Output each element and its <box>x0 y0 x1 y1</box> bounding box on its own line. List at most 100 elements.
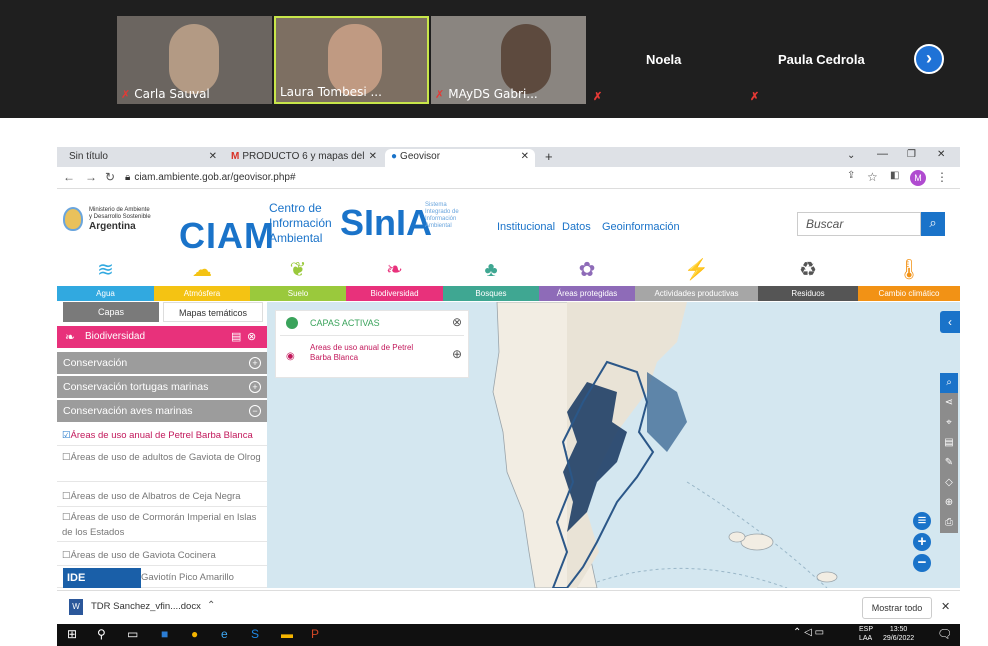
share-icon[interactable]: ⇪ <box>847 170 855 181</box>
category-cambio-climatico[interactable]: 🌡︎ Cambio climático <box>858 255 960 301</box>
tray-icons[interactable]: ⌃ ◁ ▭ <box>793 627 824 638</box>
back-icon[interactable]: ← <box>63 170 75 184</box>
forward-icon[interactable]: → <box>85 170 97 184</box>
zoom-area-icon[interactable]: ⊕ <box>940 493 958 513</box>
layer-item-petrel[interactable]: ☑Áreas de uso anual de Petrel Barba Blan… <box>57 426 267 446</box>
browser-tab[interactable]: Sin título ✕ <box>63 149 223 167</box>
chevron-up-icon[interactable]: ⌃ <box>207 600 215 611</box>
bookmark-star-icon[interactable]: ☆ <box>867 170 878 184</box>
participant-name[interactable]: Noela <box>646 52 681 67</box>
language-indicator[interactable]: ESP LAA <box>859 625 873 643</box>
layer-item-gaviota-olrog[interactable]: ☐Áreas de uso de adultos de Gaviota de O… <box>57 450 267 482</box>
participant-tile[interactable]: ✗ MAyDS Gabri... <box>431 16 586 104</box>
participant-name[interactable]: Paula Cedrola <box>778 52 865 67</box>
map-search-icon[interactable]: ⌕ <box>940 373 958 393</box>
draw-icon[interactable]: ✎ <box>940 453 958 473</box>
close-icon[interactable]: ✕ <box>521 149 529 165</box>
location-icon[interactable]: ⌖ <box>940 413 958 433</box>
profile-avatar[interactable]: M <box>910 170 926 186</box>
ide-ambiental-badge[interactable]: IDE Ambiental <box>63 568 141 604</box>
group-conservacion[interactable]: Conservación + <box>57 352 267 374</box>
expand-icon[interactable]: + <box>249 381 261 393</box>
clock[interactable]: 13:50 29/6/2022 <box>883 625 914 643</box>
notifications-icon[interactable]: 🗨︎ <box>937 627 952 641</box>
language-code: ESP <box>859 626 874 633</box>
participant-tile[interactable]: ✗ Carla Sauval <box>117 16 272 104</box>
reload-icon[interactable]: ↻ <box>105 170 115 184</box>
minimize-icon[interactable]: — <box>877 148 888 160</box>
windows-start-icon[interactable]: ⊞ <box>67 627 77 641</box>
outlook-icon[interactable]: ■ <box>161 627 168 641</box>
close-icon[interactable]: ⊗ <box>452 315 462 329</box>
tab-capas[interactable]: Capas <box>63 302 159 322</box>
collapse-icon[interactable]: − <box>249 405 261 417</box>
skype-icon[interactable]: S <box>251 627 259 641</box>
layer-item-gaviota-cocinera[interactable]: ☐Áreas de uso de Gaviota Cocinera <box>57 546 267 566</box>
group-aves-marinas[interactable]: Conservación aves marinas − <box>57 400 267 422</box>
layer-item-cormoran[interactable]: ☐Áreas de uso de Cormorán Imperial en Is… <box>57 510 267 542</box>
category-atmosfera[interactable]: ☁ Atmósfera <box>154 255 250 301</box>
sidepanel-icon[interactable]: ◧ <box>890 170 899 181</box>
share-icon[interactable]: ⋖ <box>940 393 958 413</box>
edge-icon[interactable]: e <box>221 627 228 641</box>
expand-icon[interactable]: + <box>249 357 261 369</box>
menu-dots-icon[interactable]: ⋮ <box>936 170 948 184</box>
category-bosques[interactable]: ♣ Bosques <box>443 255 539 301</box>
close-icon[interactable]: ✕ <box>941 600 950 613</box>
ministry-logo[interactable]: Ministerio de Ambiente y Desarrollo Sost… <box>89 207 151 232</box>
ciam-logo[interactable]: CIAM <box>179 215 275 257</box>
close-icon[interactable]: ✕ <box>369 149 377 165</box>
nav-geoinformacion[interactable]: Geoinformación <box>602 221 680 233</box>
layer-options-icon[interactable]: ⊕ <box>452 347 462 361</box>
participant-name: MAyDS Gabri... <box>448 87 538 101</box>
download-file-name[interactable]: TDR Sanchez_vfin....docx <box>91 601 201 612</box>
task-view-icon[interactable]: ▭ <box>127 627 138 641</box>
close-window-icon[interactable]: ✕ <box>937 149 945 160</box>
print-icon[interactable]: ⎙ <box>940 513 958 533</box>
close-icon[interactable]: ✕ <box>209 149 217 165</box>
powerpoint-icon[interactable]: P <box>311 627 319 641</box>
zoom-out-button[interactable]: − <box>913 554 931 572</box>
next-page-button[interactable]: › <box>914 44 944 74</box>
malvinas-islands <box>728 531 746 543</box>
checkbox-icon[interactable]: ☐ <box>62 452 71 463</box>
checkbox-checked-icon[interactable]: ☑ <box>62 430 71 441</box>
tab-search-icon[interactable]: ⌄ <box>847 150 855 161</box>
category-areas-protegidas[interactable]: ✿ Áreas protegidas <box>539 255 635 301</box>
search-button[interactable]: ⌕ <box>921 212 945 236</box>
search-input[interactable]: Buscar <box>797 212 921 236</box>
file-explorer-icon[interactable]: ▬ <box>281 627 293 641</box>
collapse-panel-button[interactable]: ‹ <box>940 311 960 333</box>
new-tab-button[interactable]: + <box>539 149 559 167</box>
checkbox-icon[interactable]: ☐ <box>62 491 71 502</box>
visibility-eye-icon[interactable]: ◉ <box>286 351 295 362</box>
nav-institucional[interactable]: Institucional <box>497 221 555 233</box>
url-field[interactable]: 🔒︎ ciam.ambiente.gob.ar/geovisor.php# <box>125 170 885 186</box>
zoom-in-button[interactable]: + <box>913 533 931 551</box>
category-suelo[interactable]: ❦ Suelo <box>250 255 346 301</box>
participant-tile-active[interactable]: Laura Tombesi ... <box>274 16 429 104</box>
chrome-icon[interactable]: ● <box>191 627 198 641</box>
category-biodiversidad[interactable]: ❧ Biodiversidad <box>346 255 443 301</box>
search-icon[interactable]: ⚲ <box>97 627 106 641</box>
nav-datos[interactable]: Datos <box>562 221 591 233</box>
basemap-layers-button[interactable]: ≡ <box>913 512 931 530</box>
legend-icon[interactable]: ▤ <box>940 433 958 453</box>
category-agua[interactable]: ≋ Agua <box>57 255 154 301</box>
checkbox-icon[interactable]: ☐ <box>62 512 71 523</box>
group-tortugas-marinas[interactable]: Conservación tortugas marinas + <box>57 376 267 398</box>
tab-mapas-tematicos[interactable]: Mapas temáticos <box>163 302 263 322</box>
eraser-icon[interactable]: ◇ <box>940 473 958 493</box>
restore-icon[interactable]: ❐ <box>907 149 916 160</box>
show-all-button[interactable]: Mostrar todo <box>862 597 932 619</box>
section-biodiversidad[interactable]: ❧ Biodiversidad ▤ ⊗ <box>57 326 267 348</box>
checkbox-icon[interactable]: ☐ <box>62 550 71 561</box>
layer-item-albatros[interactable]: ☐Áreas de uso de Albatros de Ceja Negra <box>57 487 267 507</box>
legend-icon[interactable]: ▤ <box>231 326 241 348</box>
category-actividades-productivas[interactable]: ⚡ Actividades productivas <box>635 255 758 301</box>
browser-tab[interactable]: MPRODUCTO 6 y mapas del SINIA ✕ <box>225 149 383 178</box>
close-icon[interactable]: ⊗ <box>247 326 256 348</box>
sinia-logo[interactable]: SInIA <box>340 202 432 244</box>
browser-tab-active[interactable]: ● Geovisor ✕ <box>385 149 535 167</box>
category-residuos[interactable]: ♻ Residuos <box>758 255 858 301</box>
